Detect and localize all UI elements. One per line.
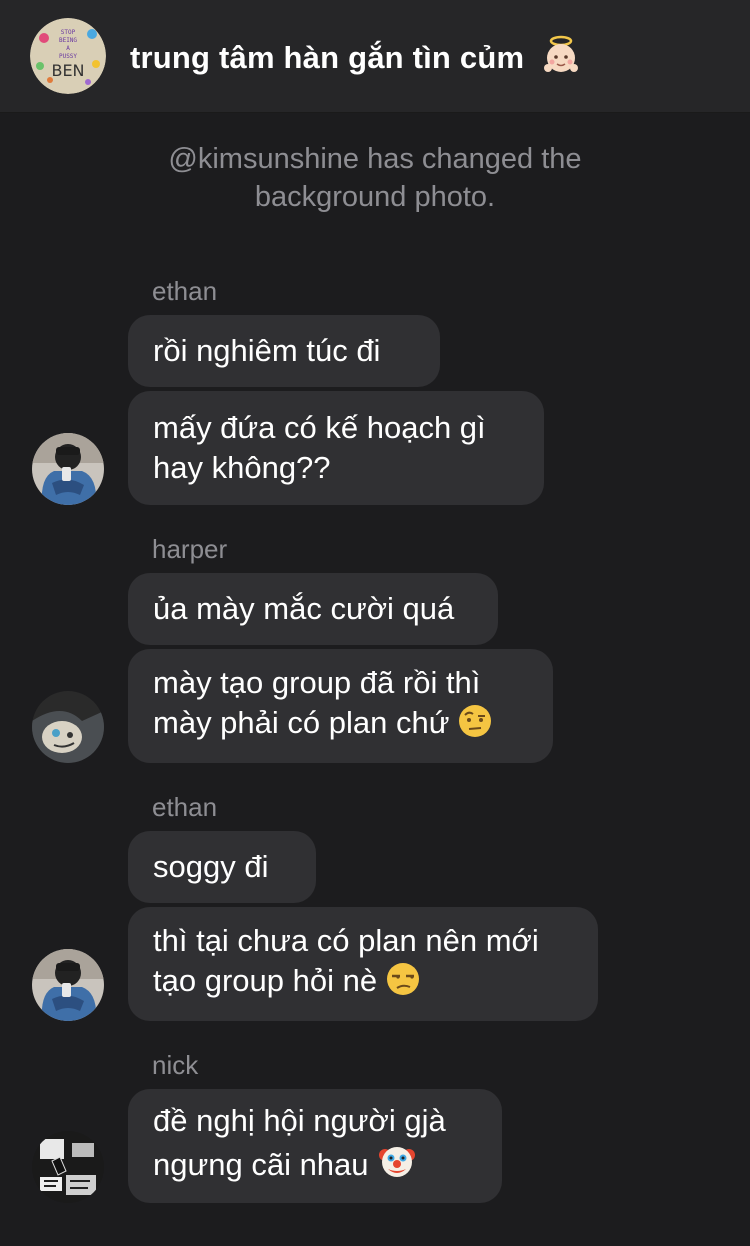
message-text: hay không?? — [153, 450, 331, 485]
group-avatar[interactable]: STOP BEING A PUSSY BEN — [30, 18, 106, 94]
message-text: mày tạo group đã rồi thì — [153, 665, 481, 700]
group-avatar-text: BEN — [51, 61, 84, 80]
message-bubble[interactable]: rồi nghiêm túc đi — [128, 315, 440, 387]
message-text: thì tại chưa có plan nên mới — [153, 923, 539, 958]
user-avatar-ethan[interactable] — [32, 949, 104, 1021]
group-avatar-small-text-3: A — [66, 45, 70, 52]
system-message-line-1: @kimsunshine has changed the — [168, 143, 582, 175]
user-avatar-harper[interactable] — [32, 691, 104, 763]
message-bubble[interactable]: thì tại chưa có plan nên mới tạo group h… — [128, 907, 598, 1021]
group-avatar-small-text-2: BEING — [59, 37, 77, 44]
chat-title-text: trung tâm hàn gắn tìn củm — [130, 40, 525, 75]
avatar-image — [32, 949, 104, 1021]
message-text: soggy đi — [153, 849, 269, 884]
unamused-emoji-icon — [385, 961, 421, 1007]
message-text: mày phải có plan chứ — [153, 705, 450, 740]
message-text: mấy đứa có kế hoạch gì — [153, 410, 486, 445]
message-bubble[interactable]: ủa mày mắc cười quá — [128, 573, 498, 645]
clown-face-emoji-icon — [377, 1141, 417, 1191]
message-text: đề nghị hội người gjà — [153, 1103, 446, 1138]
baby-angel-emoji-icon — [541, 34, 581, 82]
sender-name: ethan — [152, 276, 218, 306]
group-avatar-small-text-4: PUSSY — [59, 53, 77, 60]
chat-header: STOP BEING A PUSSY BEN trung tâm hàn gắn… — [0, 0, 750, 113]
avatar-image — [32, 691, 104, 763]
message-bubble[interactable]: mày tạo group đã rồi thì mày phải có pla… — [128, 649, 553, 763]
raised-eyebrow-emoji-icon — [457, 703, 493, 749]
message-text: ủa mày mắc cười quá — [153, 591, 455, 626]
user-avatar-ethan[interactable] — [32, 433, 104, 505]
message-bubble[interactable]: đề nghị hội người gjà ngưng cãi nhau — [128, 1089, 502, 1203]
system-message: @kimsunshine has changed the background … — [100, 140, 650, 216]
sender-name: ethan — [152, 792, 218, 822]
message-bubble[interactable]: soggy đi — [128, 831, 316, 903]
chat-title[interactable]: trung tâm hàn gắn tìn củm — [130, 34, 581, 82]
sender-name: nick — [152, 1050, 199, 1080]
message-text: rồi nghiêm túc đi — [153, 333, 381, 368]
message-text: tạo group hỏi nè — [153, 963, 378, 998]
avatar-image — [32, 433, 104, 505]
user-avatar-nick[interactable] — [32, 1131, 104, 1203]
avatar-image — [32, 1131, 104, 1203]
message-text: ngưng cãi nhau — [153, 1147, 369, 1182]
system-message-line-2: background photo. — [254, 181, 496, 213]
sender-name: harper — [152, 534, 228, 564]
message-bubble[interactable]: mấy đứa có kế hoạch gì hay không?? — [128, 391, 544, 505]
group-avatar-image: STOP BEING A PUSSY BEN — [30, 18, 106, 94]
group-avatar-small-text-1: STOP — [61, 29, 76, 36]
